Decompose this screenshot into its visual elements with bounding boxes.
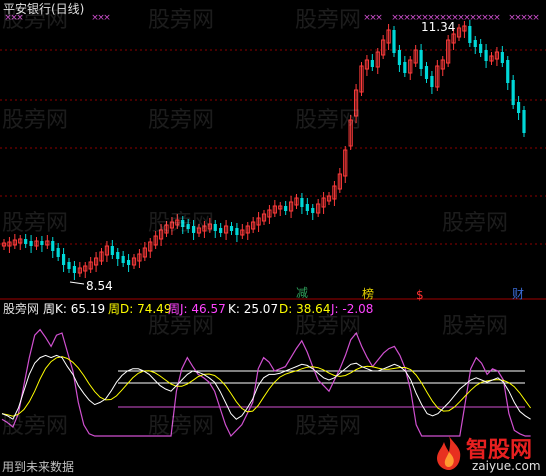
price-low-label: 8.54 [86, 279, 113, 293]
indicator-name: 股旁网 [3, 302, 40, 316]
chart-window: × × × × × × × × × × × × × × × × × × × × × × × × × × × × × × × × 股旁网 股旁网… [0, 0, 546, 476]
weekly-k-value: 周K: 65.19 [43, 302, 106, 316]
signal-marker-bang: 榜 [362, 287, 375, 301]
j-value: J: -2.08 [331, 302, 374, 316]
weekly-j-value: 周J: 46.57 [168, 302, 226, 316]
future-data-warning: 用到未来数据 [2, 460, 75, 474]
d-value: D: 38.64 [279, 302, 331, 316]
site-logo: 智股网 zaiyue.com [432, 432, 544, 474]
flame-icon [437, 436, 461, 470]
signal-marker-jian: 减 [296, 286, 309, 300]
weekly-d-value: 周D: 74.49 [108, 302, 172, 316]
kdj-indicator-panel[interactable] [0, 0, 546, 476]
k-value: K: 25.07 [228, 302, 279, 316]
price-high-label: 11.34 [421, 20, 456, 34]
logo-url: zaiyue.com [472, 459, 541, 473]
chart-title: 平安银行(日线) [3, 2, 85, 16]
signal-marker-dollar: $ [416, 288, 424, 302]
signal-marker-cai: 财 [512, 287, 525, 301]
